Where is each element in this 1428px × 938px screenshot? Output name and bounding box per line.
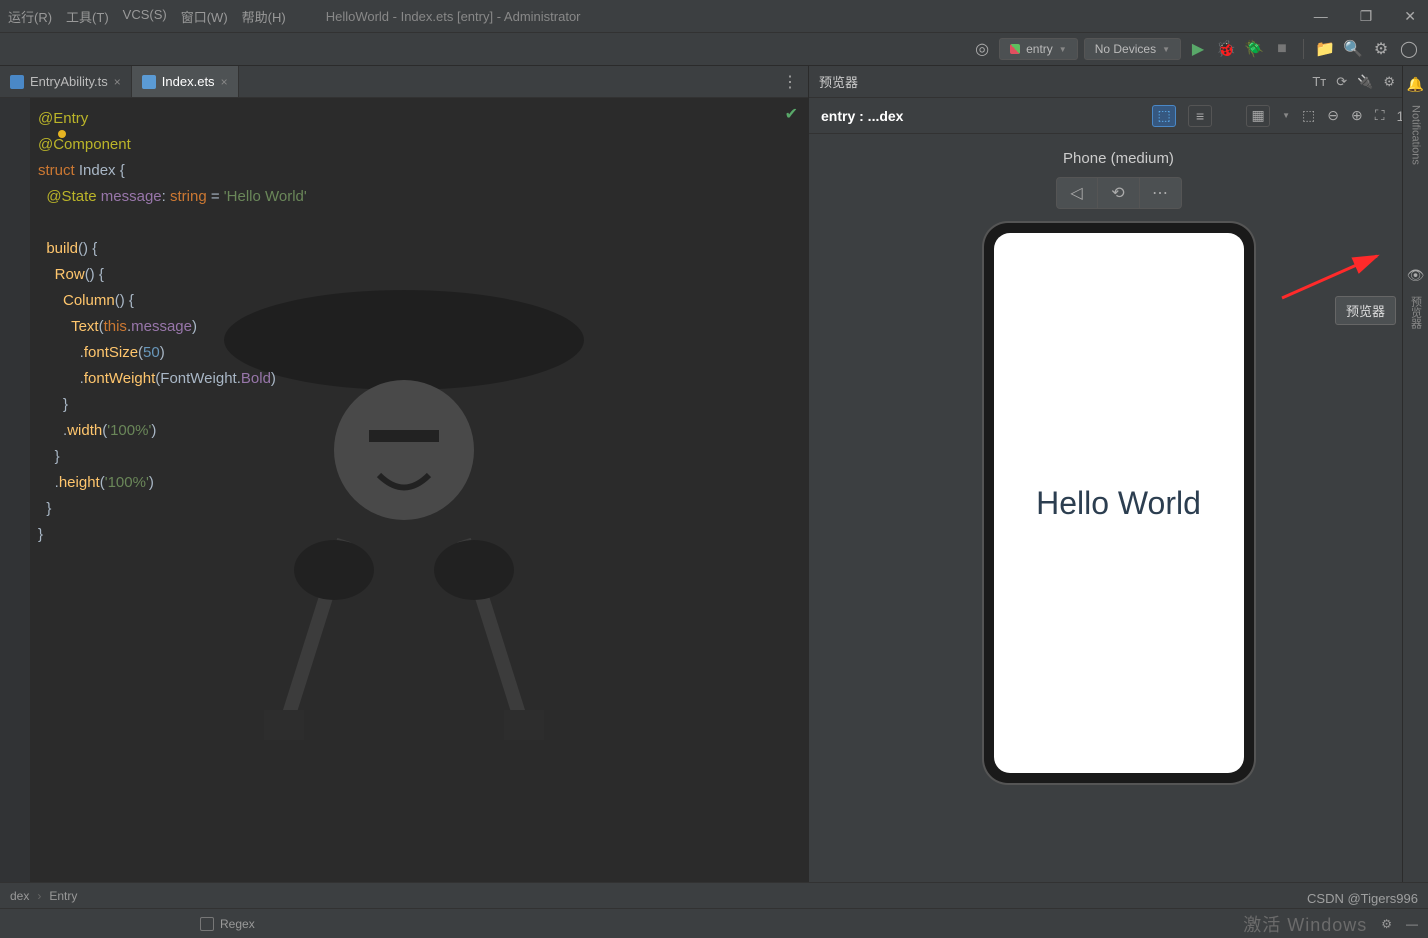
main-split: EntryAbility.ts × Index.ets × ⋮ <box>0 66 1428 882</box>
fit-icon[interactable]: ⛶ <box>1375 107 1385 124</box>
stop-button[interactable]: ■ <box>1271 38 1293 60</box>
chevron-down-icon[interactable]: ▼ <box>1282 111 1290 120</box>
menu-vcs[interactable]: VCS(S) <box>123 7 167 26</box>
chevron-right-icon: › <box>37 889 41 903</box>
editor-tabs: EntryAbility.ts × Index.ets × ⋮ <box>0 66 808 98</box>
close-icon[interactable]: × <box>221 75 228 89</box>
coverage-button[interactable]: 🪲 <box>1243 38 1265 60</box>
grid-icon[interactable]: ▦ <box>1246 105 1270 127</box>
code-content[interactable]: @Entry@Componentstruct Index { @State me… <box>38 106 307 548</box>
previewer-tab[interactable]: 预览器 <box>1406 290 1426 335</box>
close-button[interactable]: ✕ <box>1400 8 1420 25</box>
module-icon <box>1010 44 1020 54</box>
preview-pane: 预览器 Tᴛ ⟳ 🔌 ⚙ — entry : ...dex ⬚ ≡ ▦ ▼ ⬚ … <box>808 66 1428 882</box>
plug-icon[interactable]: 🔌 <box>1357 74 1373 90</box>
chevron-down-icon: ▼ <box>1162 45 1170 54</box>
phone-frame: Hello World <box>984 223 1254 783</box>
windows-watermark: 激活 Windows <box>1243 911 1367 937</box>
csdn-watermark: CSDN @Tigers996 <box>1307 891 1418 906</box>
main-menu: 运行(R) 工具(T) VCS(S) 窗口(W) 帮助(H) <box>8 7 286 26</box>
notifications-tab[interactable]: Notifications <box>1408 99 1424 171</box>
close-icon[interactable]: × <box>114 75 121 89</box>
tab-entryability[interactable]: EntryAbility.ts × <box>0 66 132 97</box>
preview-subheader: entry : ...dex ⬚ ≡ ▦ ▼ ⬚ ⊖ ⊕ ⛶ 1:1 <box>809 98 1428 134</box>
notifications-icon[interactable]: 🔔 <box>1407 76 1424 93</box>
back-button[interactable]: ◁ <box>1056 177 1098 209</box>
font-icon[interactable]: Tᴛ <box>1312 74 1326 90</box>
code-editor[interactable]: ✔ @Entry@Componentstruct Index { @State … <box>0 98 808 882</box>
hello-world-text: Hello World <box>1036 485 1201 522</box>
gear-icon[interactable]: ⚙ <box>1381 917 1392 931</box>
minimize-button[interactable]: — <box>1310 8 1332 25</box>
titlebar: 运行(R) 工具(T) VCS(S) 窗口(W) 帮助(H) HelloWorl… <box>0 0 1428 32</box>
menu-window[interactable]: 窗口(W) <box>181 7 228 26</box>
device-controls: ◁ ⟲ ⋯ <box>1056 177 1182 209</box>
eye-icon[interactable]: 👁 <box>1407 267 1425 284</box>
tabs-more-icon[interactable]: ⋮ <box>772 66 808 97</box>
status-bar: Regex 激活 Windows ⚙ — <box>0 908 1428 938</box>
check-icon: ✔ <box>785 104 798 124</box>
previewer-tooltip: 预览器 <box>1335 296 1396 325</box>
target-icon[interactable]: ◎ <box>971 38 993 60</box>
rotate-button[interactable]: ⟲ <box>1098 177 1140 209</box>
entry-label: entry : ...dex <box>821 108 903 124</box>
avatar-icon[interactable]: ◯ <box>1398 38 1420 60</box>
right-tool-strip: 🔔 Notifications 👁 预览器 <box>1402 66 1428 882</box>
run-button[interactable]: ▶ <box>1187 38 1209 60</box>
device-label: Phone (medium) <box>1063 150 1174 167</box>
phone-screen[interactable]: Hello World <box>994 233 1244 773</box>
module-label: entry <box>1026 42 1053 56</box>
menu-run[interactable]: 运行(R) <box>8 7 52 26</box>
file-icon <box>10 75 24 89</box>
tab-label: EntryAbility.ts <box>30 74 108 89</box>
inspect-toggle[interactable]: ⬚ <box>1152 105 1176 127</box>
tab-index[interactable]: Index.ets × <box>132 66 239 97</box>
separator <box>1303 39 1304 59</box>
preview-body: Phone (medium) ◁ ⟲ ⋯ Hello World <box>809 134 1428 882</box>
debug-button[interactable]: 🐞 <box>1215 38 1237 60</box>
device-label: No Devices <box>1095 42 1156 56</box>
toolbar: ◎ entry ▼ No Devices ▼ ▶ 🐞 🪲 ■ 📁 🔍 ⚙ ◯ <box>0 32 1428 66</box>
zoom-out-icon[interactable]: ⊖ <box>1327 107 1339 124</box>
device-dropdown[interactable]: No Devices ▼ <box>1084 38 1181 60</box>
breadcrumb: dex › Entry <box>0 882 1428 908</box>
module-dropdown[interactable]: entry ▼ <box>999 38 1078 60</box>
refresh-icon[interactable]: ⟳ <box>1336 74 1347 90</box>
checkbox[interactable] <box>200 917 214 931</box>
zoom-in-icon[interactable]: ⊕ <box>1351 107 1363 124</box>
breadcrumb-item[interactable]: Entry <box>49 889 77 903</box>
preview-title: 预览器 <box>819 72 858 91</box>
search-icon[interactable]: 🔍 <box>1342 38 1364 60</box>
gear-icon[interactable]: ⚙ <box>1370 38 1392 60</box>
minimize-icon[interactable]: — <box>1406 917 1418 931</box>
more-button[interactable]: ⋯ <box>1140 177 1182 209</box>
maximize-button[interactable]: ❐ <box>1356 8 1377 25</box>
regex-label: Regex <box>220 917 255 931</box>
menu-help[interactable]: 帮助(H) <box>242 7 286 26</box>
chevron-down-icon: ▼ <box>1059 45 1067 54</box>
regex-option[interactable]: Regex <box>200 917 255 931</box>
tab-label: Index.ets <box>162 74 215 89</box>
menu-tools[interactable]: 工具(T) <box>66 7 109 26</box>
file-icon <box>142 75 156 89</box>
editor-pane: EntryAbility.ts × Index.ets × ⋮ <box>0 66 808 882</box>
window-controls: — ❐ ✕ <box>1310 8 1420 25</box>
crop-icon[interactable]: ⬚ <box>1302 107 1315 124</box>
layers-toggle[interactable]: ≡ <box>1188 105 1212 127</box>
folder-icon[interactable]: 📁 <box>1314 38 1336 60</box>
preview-header: 预览器 Tᴛ ⟳ 🔌 ⚙ — <box>809 66 1428 98</box>
window-title: HelloWorld - Index.ets [entry] - Adminis… <box>326 9 581 24</box>
breadcrumb-item[interactable]: dex <box>10 889 29 903</box>
gear-icon[interactable]: ⚙ <box>1383 74 1395 90</box>
